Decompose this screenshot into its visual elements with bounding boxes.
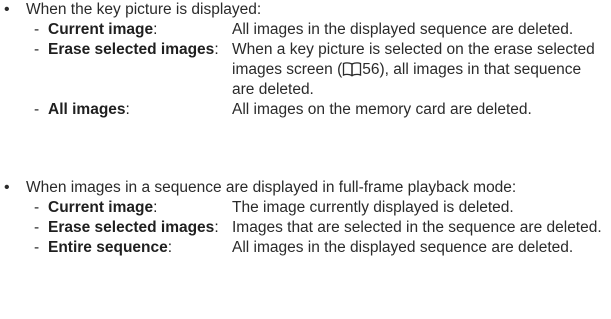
term-erase-selected-images: Erase selected images: — [48, 41, 219, 58]
term-entire-sequence: Entire sequence: — [48, 239, 173, 256]
page-ref-number[interactable]: 56 — [362, 61, 379, 78]
bullet-intro: • When images in a sequence are displaye… — [0, 178, 611, 198]
term-current-image: Current image: — [48, 21, 158, 38]
item-description: All images on the memory card are delete… — [232, 101, 532, 118]
bullet-icon: • — [4, 1, 10, 18]
book-reference-icon[interactable] — [342, 61, 362, 77]
section-key-picture: • When the key picture is displayed: - C… — [0, 0, 611, 120]
manual-page: • When the key picture is displayed: - C… — [0, 0, 611, 319]
dash: - — [34, 21, 40, 38]
list-item: - All images: All images on the memory c… — [0, 100, 611, 120]
bullet-intro: • When the key picture is displayed: — [0, 0, 611, 20]
term-current-image: Current image: — [48, 199, 158, 216]
dash: - — [34, 239, 40, 256]
dash: - — [34, 219, 40, 236]
item-description: All images in the displayed sequence are… — [232, 239, 574, 256]
item-description: The image currently displayed is deleted… — [232, 199, 514, 216]
section-full-frame-playback: • When images in a sequence are displaye… — [0, 178, 611, 258]
item-description: When a key picture is selected on the er… — [232, 41, 595, 98]
intro-text: When the key picture is displayed: — [26, 1, 262, 18]
dash: - — [34, 199, 40, 216]
item-description: All images in the displayed sequence are… — [232, 21, 574, 38]
list-item: - Current image: All images in the displ… — [0, 20, 611, 40]
dash: - — [34, 101, 40, 118]
term-erase-selected-images: Erase selected images: — [48, 219, 219, 236]
list-item: - Entire sequence: All images in the dis… — [0, 238, 611, 258]
term-all-images: All images: — [48, 101, 130, 118]
item-description: Images that are selected in the sequence… — [232, 219, 602, 236]
list-item: - Current image: The image currently dis… — [0, 198, 611, 218]
dash: - — [34, 41, 40, 58]
intro-text: When images in a sequence are displayed … — [26, 179, 517, 196]
list-item: - Erase selected images: Images that are… — [0, 218, 611, 238]
bullet-icon: • — [4, 179, 10, 196]
list-item: - Erase selected images: When a key pict… — [0, 40, 611, 100]
